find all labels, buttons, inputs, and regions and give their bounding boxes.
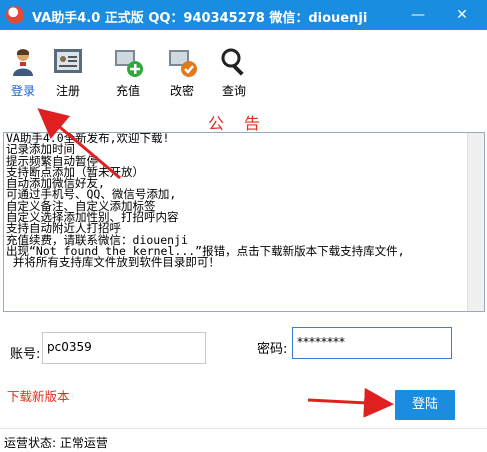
recharge-icon [115,50,143,77]
password-label: 密码: [257,342,288,357]
login-icon [13,49,33,76]
app-logo-icon [6,6,24,24]
status-text: 运营状态: 正常运营 [4,436,108,450]
close-button[interactable]: ✕ [442,0,482,30]
account-label: 账号: [10,347,41,362]
notice-line: VA助手4.0全新发布,欢迎下载! [6,132,170,145]
notice-textarea[interactable]: VA助手4.0全新发布,欢迎下载! 记录添加时间 提示频繁自动暂停 支持断点添加… [3,132,485,312]
toolbar-item-label: 查询 [221,84,246,98]
toolbar-query-button[interactable]: 查询 [214,46,254,102]
status-bar: 运营状态: 正常运营 [0,428,487,452]
change-password-icon [169,50,197,77]
toolbar-change-password-button[interactable]: 改密 [162,46,202,102]
window-title: VA助手4.0 正式版 QQ：940345278 微信：diouenji [32,11,368,26]
notice-title: 公告 [208,114,281,133]
query-icon [221,48,244,76]
toolbar: 登录 注册 充值 改密 查询 [0,30,487,102]
login-button[interactable]: 登陆 [395,390,455,420]
minimize-button[interactable]: — [398,0,438,30]
toolbar-item-label: 登录 [10,84,35,98]
notice-scrollbar[interactable] [467,133,484,311]
title-bar: VA助手4.0 正式版 QQ：940345278 微信：diouenji — ✕ [0,0,487,30]
toolbar-item-label: 注册 [55,84,80,98]
notice-line: 并将所有支持库文件放到软件目录即可！ [6,255,220,270]
login-panel: 账号: pc0359 密码: ******** 下载新版本 登陆 [0,312,487,428]
register-icon [54,49,82,73]
toolbar-recharge-button[interactable]: 充值 [108,46,148,102]
toolbar-item-label: 改密 [169,84,194,98]
account-input[interactable]: pc0359 [42,332,206,364]
toolbar-login-button[interactable]: 登录 [3,46,43,102]
download-new-version-link[interactable]: 下载新版本 [7,386,70,405]
password-input[interactable]: ******** [292,327,452,359]
toolbar-register-button[interactable]: 注册 [48,46,88,102]
toolbar-item-label: 充值 [115,84,140,98]
